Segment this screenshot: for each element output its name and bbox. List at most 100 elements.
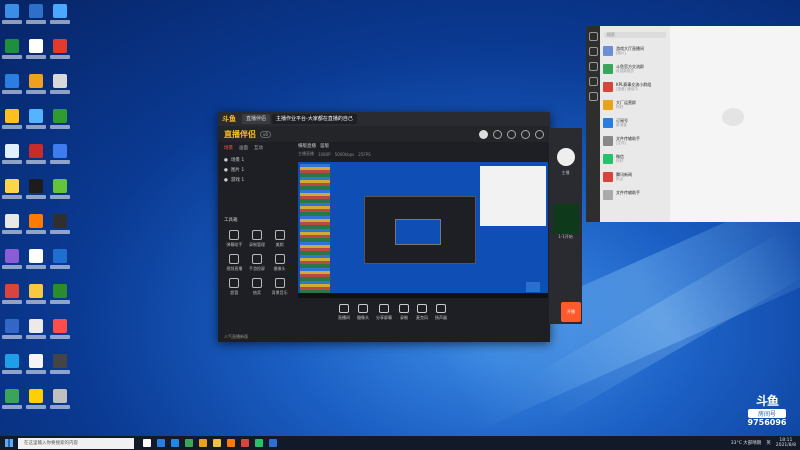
minimize-icon[interactable]: [521, 129, 530, 139]
desktop-shortcut[interactable]: [26, 4, 46, 30]
taskbar-app-icon[interactable]: [157, 439, 165, 447]
desktop-shortcut[interactable]: [50, 144, 70, 170]
desktop-shortcut[interactable]: [2, 249, 22, 275]
desktop-shortcut[interactable]: [26, 74, 46, 100]
desktop-shortcut[interactable]: [50, 249, 70, 275]
desktop-shortcut[interactable]: [50, 319, 70, 345]
tool-button[interactable]: 超管: [224, 278, 245, 296]
tool-button[interactable]: 背景音乐: [269, 278, 290, 296]
tab-platform[interactable]: 主播作业平台-大家都在直播的自己: [272, 114, 357, 124]
control-button[interactable]: 麦克风: [416, 304, 428, 321]
desktop-shortcut[interactable]: [26, 39, 46, 65]
desktop-shortcut[interactable]: [2, 284, 22, 310]
desktop-shortcut[interactable]: [2, 319, 22, 345]
tool-button[interactable]: 抽奖: [247, 278, 268, 296]
search-input[interactable]: 搜索: [604, 32, 666, 38]
tab-scenes[interactable]: 场景: [224, 145, 233, 151]
scene-item[interactable]: ● 场景 1: [224, 156, 290, 164]
chat-list-item[interactable]: 腾讯新闻 热点: [600, 170, 670, 188]
start-live-button[interactable]: 开播: [561, 302, 581, 322]
desktop-shortcut[interactable]: [50, 214, 70, 240]
desktop-shortcut[interactable]: [2, 144, 22, 170]
control-button[interactable]: 分享屏幕: [376, 304, 392, 321]
windows-start-icon[interactable]: [5, 439, 13, 447]
tool-button[interactable]: 视频直播: [224, 254, 245, 272]
desktop-shortcut[interactable]: [26, 389, 46, 415]
control-button[interactable]: 录制: [399, 304, 409, 321]
weather-text[interactable]: 33°C 大部晴朗: [731, 440, 762, 446]
taskbar-search-input[interactable]: 在这里输入你要搜索的内容: [18, 437, 134, 449]
tab-home[interactable]: 直播伴侣: [242, 114, 271, 124]
desktop-shortcut[interactable]: [50, 109, 70, 135]
favorites-icon[interactable]: [588, 77, 598, 86]
desktop-shortcut[interactable]: [50, 4, 70, 30]
taskbar-app-icon[interactable]: [199, 439, 207, 447]
taskbar-app-icon[interactable]: [255, 439, 263, 447]
tab-landscape[interactable]: 横版直播: [298, 143, 316, 149]
contacts-icon[interactable]: [588, 62, 598, 71]
desktop-shortcut[interactable]: [26, 319, 46, 345]
tab-sources[interactable]: 画面: [239, 145, 248, 151]
desktop-shortcut[interactable]: [2, 109, 22, 135]
avatar[interactable]: [556, 148, 575, 166]
chat-list-item[interactable]: 订阅号 新消息: [600, 116, 670, 134]
desktop-shortcut[interactable]: [2, 39, 22, 65]
chat-list-item[interactable]: 斗鱼官方交流群 欢迎新成员: [600, 62, 670, 80]
close-icon[interactable]: [535, 129, 544, 139]
scene-item[interactable]: ● 图片 1: [224, 166, 290, 174]
settings-icon[interactable]: [493, 129, 502, 139]
desktop-shortcut[interactable]: [26, 144, 46, 170]
desktop-shortcut[interactable]: [50, 354, 70, 380]
desktop-shortcut[interactable]: [50, 284, 70, 310]
message-icon[interactable]: [507, 129, 516, 139]
scene-item[interactable]: ● 游戏 1: [224, 176, 290, 184]
avatar[interactable]: [588, 32, 598, 41]
avatar[interactable]: [479, 129, 488, 139]
control-button[interactable]: 扬声器: [435, 304, 447, 321]
chat-list-item[interactable]: 大厂运营群 你好: [600, 98, 670, 116]
input-language[interactable]: 英: [766, 440, 771, 446]
control-button[interactable]: 直播间: [338, 304, 350, 321]
desktop-shortcut[interactable]: [26, 179, 46, 205]
files-icon[interactable]: [588, 92, 598, 101]
desktop-shortcut[interactable]: [2, 389, 22, 415]
desktop-shortcut[interactable]: [2, 179, 22, 205]
chat-icon[interactable]: [588, 47, 598, 56]
desktop-shortcut[interactable]: [26, 109, 46, 135]
desktop-shortcut[interactable]: [26, 249, 46, 275]
desktop-shortcut[interactable]: [26, 354, 46, 380]
tool-button[interactable]: 录制管理: [247, 230, 268, 248]
taskbar-app-icon[interactable]: [241, 439, 249, 447]
desktop-shortcut[interactable]: [50, 389, 70, 415]
chat-list-item[interactable]: 游戏大厅直播间 [图片]: [600, 44, 670, 62]
chat-list-item[interactable]: KPL赛事交流小群组 [语音] 通话中: [600, 80, 670, 98]
preview-canvas[interactable]: [298, 162, 548, 298]
promo-image[interactable]: [552, 204, 579, 234]
clock[interactable]: 18:11 2021/8/8: [776, 438, 796, 448]
taskbar-app-icon[interactable]: [227, 439, 235, 447]
tool-button[interactable]: 美颜: [269, 230, 290, 248]
tool-button[interactable]: 弹幕助手: [224, 230, 245, 248]
taskbar-app-icon[interactable]: [143, 439, 151, 447]
desktop-shortcut[interactable]: [26, 284, 46, 310]
chat-list-item[interactable]: 文件传输助手 [文件]: [600, 134, 670, 152]
tab-interact[interactable]: 互动: [254, 145, 263, 151]
tool-button[interactable]: 手游投屏: [247, 254, 268, 272]
taskbar-app-icon[interactable]: [269, 439, 277, 447]
chat-list-item[interactable]: 微信 你好: [600, 152, 670, 170]
desktop-shortcut[interactable]: [50, 39, 70, 65]
control-button[interactable]: 摄像头: [357, 304, 369, 321]
taskbar-app-icon[interactable]: [213, 439, 221, 447]
desktop-shortcut[interactable]: [2, 214, 22, 240]
tool-button[interactable]: 摄像头: [269, 254, 290, 272]
desktop-shortcut[interactable]: [2, 354, 22, 380]
tab-portrait[interactable]: 竖版: [320, 143, 329, 149]
desktop-shortcut[interactable]: [50, 74, 70, 100]
desktop-shortcut[interactable]: [26, 214, 46, 240]
desktop-shortcut[interactable]: [50, 179, 70, 205]
chat-list-item[interactable]: 文件传输助手: [600, 188, 670, 206]
desktop-shortcut[interactable]: [2, 4, 22, 30]
taskbar-app-icon[interactable]: [171, 439, 179, 447]
taskbar-app-icon[interactable]: [185, 439, 193, 447]
desktop-shortcut[interactable]: [2, 74, 22, 100]
